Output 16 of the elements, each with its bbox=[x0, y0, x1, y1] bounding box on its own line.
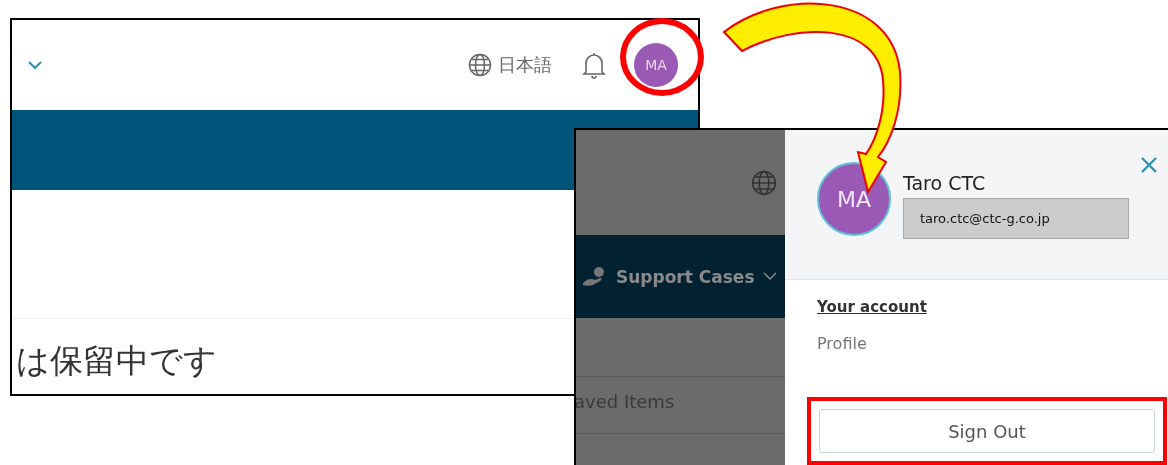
bell-icon[interactable] bbox=[582, 51, 606, 79]
user-avatar: MA bbox=[817, 162, 891, 236]
user-avatar[interactable]: MA bbox=[634, 43, 678, 87]
account-link[interactable]: Your account bbox=[817, 298, 927, 316]
sign-out-button[interactable]: Sign Out bbox=[819, 409, 1155, 453]
page-heading: は保留中です bbox=[15, 340, 218, 382]
user-name: Taro CTC bbox=[903, 172, 987, 194]
globe-icon[interactable] bbox=[468, 53, 492, 77]
nav-menu-item[interactable]: Support Cases bbox=[616, 266, 755, 287]
profile-link[interactable]: Profile bbox=[817, 334, 867, 353]
chevron-down-icon[interactable] bbox=[28, 60, 42, 70]
email-field: taro.ctc@ctc-g.co.jp bbox=[903, 198, 1129, 239]
language-selector[interactable]: 日本語 bbox=[498, 53, 552, 77]
close-icon[interactable] bbox=[1140, 156, 1158, 174]
globe-icon bbox=[751, 169, 777, 196]
chevron-down-icon[interactable] bbox=[762, 272, 777, 281]
